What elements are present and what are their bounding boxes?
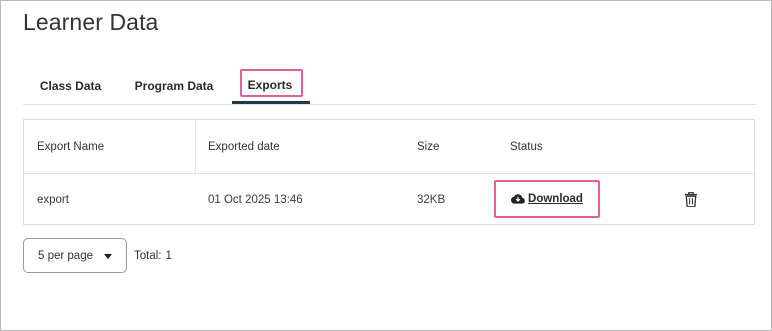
active-tab-indicator — [232, 101, 310, 104]
tab-label: Program Data — [134, 78, 214, 93]
cell-size: 32KB — [417, 193, 446, 206]
tab-program-data[interactable]: Program Data — [126, 67, 222, 104]
column-header-export-name[interactable]: Export Name — [37, 120, 104, 174]
total-count: Total: 1 — [134, 238, 172, 273]
total-value: 1 — [165, 249, 172, 262]
trash-icon[interactable] — [684, 192, 698, 207]
tab-class-data[interactable]: Class Data — [23, 67, 118, 104]
app-window: Learner Data Class Data Program Data Exp… — [0, 0, 772, 331]
column-header-exported-date[interactable]: Exported date — [208, 120, 280, 174]
tab-bar: Class Data Program Data Exports — [23, 67, 756, 105]
cell-exported-date: 01 Oct 2025 13:46 — [208, 193, 303, 206]
exports-table: Export Name Exported date Size Status ex… — [23, 119, 755, 225]
total-label: Total: — [134, 249, 162, 262]
page-title: Learner Data — [23, 9, 159, 35]
per-page-select[interactable]: 5 per page — [23, 238, 127, 273]
column-header-size[interactable]: Size — [417, 120, 439, 174]
column-divider — [195, 120, 196, 174]
cell-export-name: export — [37, 193, 69, 206]
column-header-status[interactable]: Status — [510, 120, 543, 174]
download-highlight-box: Download — [494, 180, 600, 218]
cloud-download-icon — [511, 194, 525, 204]
tab-label: Exports — [247, 77, 293, 92]
download-link[interactable]: Download — [511, 193, 583, 205]
tab-label: Class Data — [39, 78, 102, 93]
download-label: Download — [528, 193, 583, 205]
per-page-value: 5 per page — [38, 249, 93, 262]
table-header: Export Name Exported date Size Status — [24, 120, 754, 174]
table-row: export 01 Oct 2025 13:46 32KB Download — [24, 175, 754, 224]
tab-exports[interactable]: Exports — [231, 67, 309, 104]
caret-down-icon — [104, 254, 112, 259]
